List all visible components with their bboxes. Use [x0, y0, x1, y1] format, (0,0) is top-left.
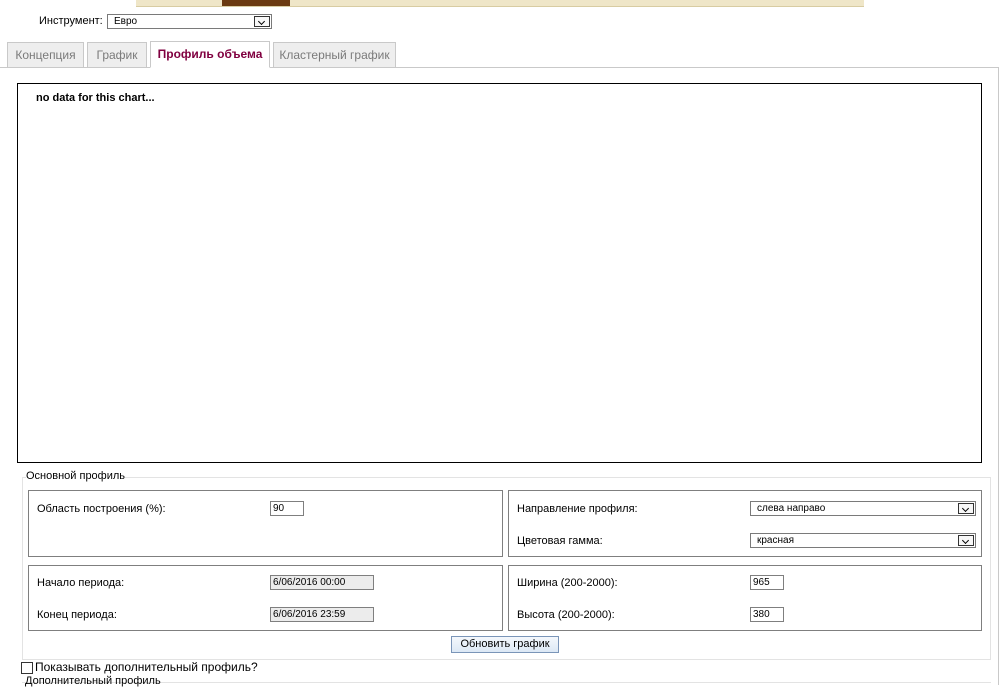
- direction-label: Направление профиля:: [517, 503, 638, 515]
- extra-profile-fieldset: [22, 682, 991, 683]
- banner-logo: [222, 0, 290, 6]
- tab-concept[interactable]: Концепция: [7, 42, 84, 68]
- tab-chart[interactable]: График: [87, 42, 147, 68]
- start-input[interactable]: 6/06/2016 00:00: [270, 575, 374, 590]
- height-input[interactable]: 380: [750, 607, 784, 622]
- height-label: Высота (200-2000):: [517, 609, 615, 621]
- end-input[interactable]: 6/06/2016 23:59: [270, 607, 374, 622]
- color-label: Цветовая гамма:: [517, 535, 603, 547]
- area-box: [28, 490, 503, 557]
- instrument-select[interactable]: Евро: [107, 14, 272, 29]
- chart-area: [17, 83, 982, 463]
- color-select-value: красная: [757, 535, 794, 546]
- extra-profile-legend: Дополнительный профиль: [25, 675, 161, 687]
- instrument-label: Инструмент:: [39, 15, 103, 27]
- main-profile-legend: Основной профиль: [26, 470, 126, 482]
- extra-profile-checkbox[interactable]: [21, 662, 33, 674]
- width-input[interactable]: 965: [750, 575, 784, 590]
- color-select[interactable]: красная: [750, 533, 976, 548]
- start-label: Начало периода:: [37, 577, 125, 589]
- end-label: Конец периода:: [37, 609, 117, 621]
- area-input[interactable]: 90: [270, 501, 304, 516]
- instrument-select-value: Евро: [114, 16, 138, 27]
- chart-empty-message: no data for this chart...: [36, 92, 155, 104]
- chevron-down-icon: [254, 16, 270, 27]
- period-box: [28, 565, 503, 631]
- width-label: Ширина (200-2000):: [517, 577, 618, 589]
- chevron-down-icon: [958, 503, 974, 514]
- extra-profile-checkbox-label[interactable]: Показывать дополнительный профиль?: [35, 660, 258, 674]
- area-label: Область построения (%):: [37, 503, 166, 515]
- tab-cluster-chart[interactable]: Кластерный график: [273, 42, 396, 68]
- tab-volume-profile[interactable]: Профиль объема: [150, 41, 270, 68]
- direction-select[interactable]: слева направо: [750, 501, 976, 516]
- chevron-down-icon: [958, 535, 974, 546]
- direction-select-value: слева направо: [757, 503, 826, 514]
- update-chart-button[interactable]: Обновить график: [451, 636, 559, 653]
- size-box: [508, 565, 982, 631]
